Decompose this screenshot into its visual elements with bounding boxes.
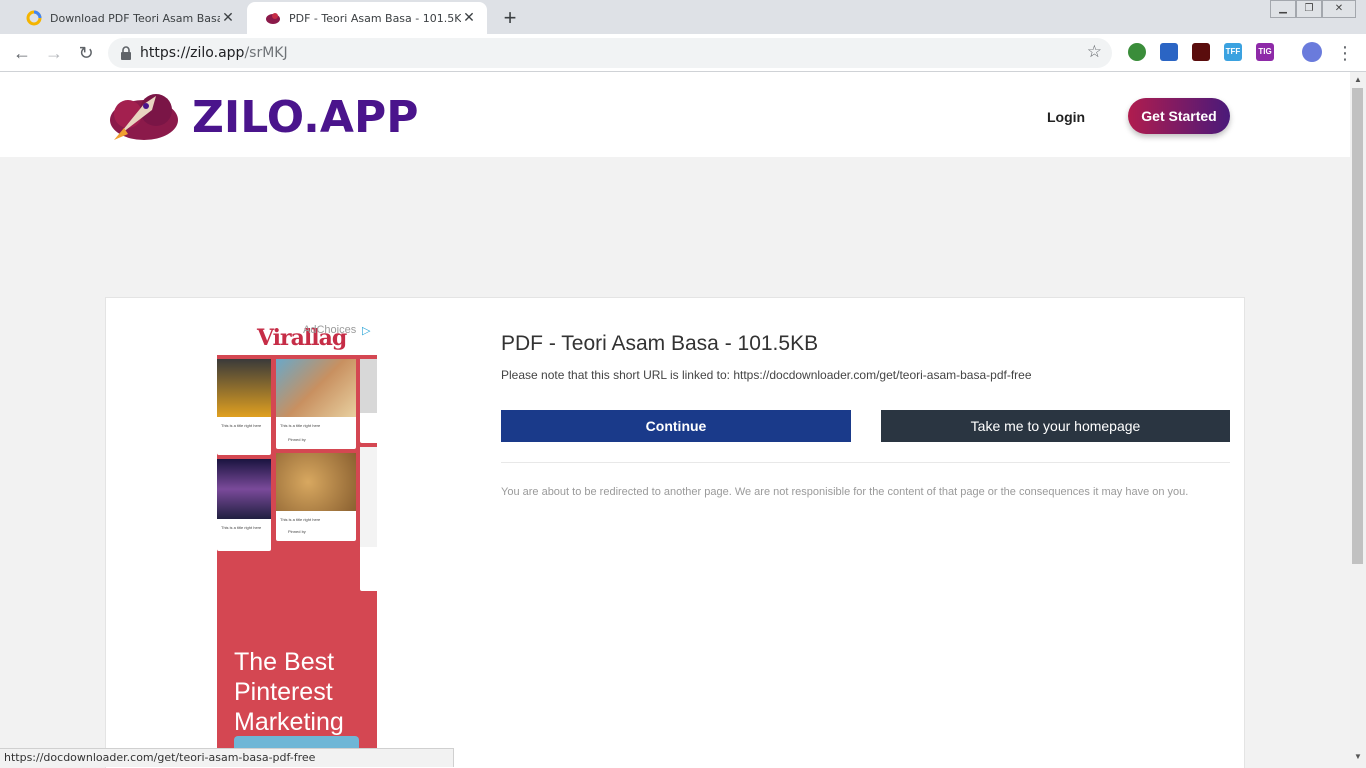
lock-icon [121,46,131,60]
ad-pin-image [360,447,377,547]
adchoices-label[interactable]: AdChoices [303,324,356,336]
divider [501,462,1230,463]
ad-pin-image [217,459,271,519]
redirect-card: Virallag AdChoices ▷ This is a title rig… [105,297,1245,768]
globe-extension-icon[interactable] [1128,43,1146,61]
ad-pin-author: Pinned by [288,437,306,442]
ad-pin-image [217,359,271,417]
ad-pin-card: This is a title right here Pinned by [276,359,356,449]
download-favicon-icon [26,10,42,26]
browser-tab-active[interactable]: PDF - Teori Asam Basa - 101.5KB - F ✕ [247,2,487,34]
adchoices-icon[interactable]: ▷ [362,324,370,337]
restore-window-button[interactable]: ❐ [1296,0,1322,18]
disclaimer-text: You are about to be redirected to anothe… [501,486,1189,498]
advertisement[interactable]: Virallag AdChoices ▷ This is a title rig… [217,322,377,752]
close-window-button[interactable]: ✕ [1322,0,1356,18]
close-tab-icon[interactable]: ✕ [220,10,236,26]
new-tab-button[interactable]: + [498,5,522,31]
download-extension-icon[interactable] [1160,43,1178,61]
ad-pin-image [360,359,377,413]
profile-avatar[interactable] [1302,42,1322,62]
page-scrollbar[interactable]: ▲ ▼ [1350,72,1366,768]
zilo-favicon-icon [265,10,281,26]
homepage-button[interactable]: Take me to your homepage [881,410,1230,442]
site-header: ZILO.APP Login Get Started [0,72,1350,157]
menu-dots-icon[interactable]: ⋮ [1334,42,1356,64]
rocket-logo-icon [110,94,178,140]
link-status-bar: https://docdownloader.com/get/teori-asam… [0,748,454,767]
bookmark-star-icon[interactable]: ☆ [1087,42,1102,62]
ad-pin-caption: This is a title right here [221,423,262,428]
logo-text[interactable]: ZILO.APP [192,92,418,143]
back-arrow-icon[interactable]: ← [11,42,33,64]
page-viewport: ZILO.APP Login Get Started Virallag AdCh… [0,72,1350,768]
ad-pin-caption: This is a title right here [221,525,262,530]
scroll-down-arrow-icon[interactable]: ▼ [1354,752,1362,761]
tab-title: Download PDF Teori Asam Basa - Fre [50,11,220,25]
get-started-button[interactable]: Get Started [1128,98,1230,134]
tff-extension-icon[interactable]: TFF [1224,43,1242,61]
browser-toolbar: ← → ↻ https://zilo.app/srMKJ ☆ TFF TIG ⋮ [0,34,1366,72]
continue-button[interactable]: Continue [501,410,851,442]
acrobat-extension-icon[interactable] [1192,43,1210,61]
ad-pin-image [276,359,356,417]
reload-icon[interactable]: ↻ [75,42,97,64]
ad-header: Virallag AdChoices ▷ [217,322,377,355]
ad-pin-card [360,359,377,443]
ad-pin-card: This is a title right here [217,359,271,455]
scroll-up-arrow-icon[interactable]: ▲ [1354,75,1362,84]
url-host: https://zilo.app [140,45,245,61]
minimize-window-button[interactable]: ▁ [1270,0,1296,18]
action-buttons: Continue Take me to your homepage [501,410,1231,442]
ad-pin-card: This is a title right here [217,459,271,551]
short-url-note: Please note that this short URL is linke… [501,368,1032,382]
ad-pin-caption: This is a title right here [280,423,321,428]
ad-pin-card [360,447,377,591]
redirect-content: PDF - Teori Asam Basa - 101.5KB Please n… [501,332,1231,501]
url-path: /srMKJ [244,45,288,61]
tig-extension-icon[interactable]: TIG [1256,43,1274,61]
close-tab-icon[interactable]: ✕ [461,10,477,26]
browser-tab-strip: Download PDF Teori Asam Basa - Fre ✕ PDF… [0,0,1366,34]
ad-body: This is a title right here This is a tit… [217,355,377,752]
address-bar[interactable]: https://zilo.app/srMKJ ☆ [108,38,1112,68]
forward-arrow-icon[interactable]: → [43,42,65,64]
ad-pin-card: This is a title right here Pinned by [276,453,356,541]
tab-title: PDF - Teori Asam Basa - 101.5KB - F [289,11,461,25]
ad-pin-image [276,453,356,511]
scrollbar-thumb[interactable] [1352,88,1363,564]
page-title: PDF - Teori Asam Basa - 101.5KB [501,332,819,355]
ad-pin-author: Pinned by [288,529,306,534]
ad-pin-caption: This is a title right here [280,517,321,522]
url-text: https://zilo.app/srMKJ [140,45,288,61]
browser-tab[interactable]: Download PDF Teori Asam Basa - Fre ✕ [8,2,246,34]
login-link[interactable]: Login [1047,109,1085,125]
